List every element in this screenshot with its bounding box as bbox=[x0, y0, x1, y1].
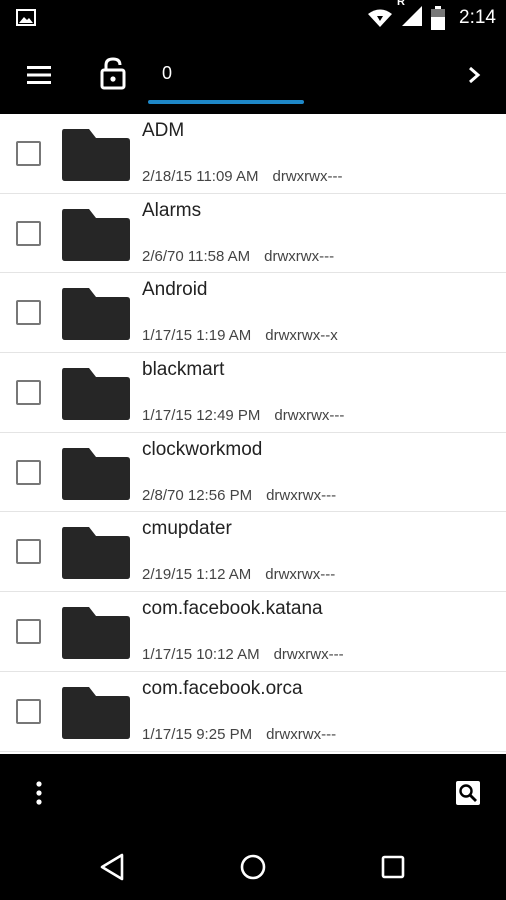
folder-icon bbox=[62, 288, 130, 341]
lock-open-icon[interactable] bbox=[98, 56, 128, 92]
select-checkbox[interactable] bbox=[16, 619, 41, 645]
file-date: 1/17/15 9:25 PM bbox=[142, 725, 253, 743]
clock: 2:14 bbox=[459, 7, 496, 28]
select-checkbox[interactable] bbox=[16, 539, 41, 565]
tab-indicator bbox=[148, 100, 304, 104]
system-nav-bar bbox=[0, 832, 506, 900]
file-date: 2/6/70 11:58 AM bbox=[142, 247, 251, 265]
file-meta: 2/8/70 12:56 PM drwxrwx--- bbox=[142, 487, 336, 504]
tab-0[interactable]: 0 bbox=[148, 36, 304, 114]
folder-icon bbox=[62, 368, 130, 421]
file-name: com.facebook.orca bbox=[142, 677, 303, 699]
file-name: Alarms bbox=[142, 199, 202, 221]
signal-icon bbox=[402, 5, 423, 26]
list-item[interactable]: ADM 2/18/15 11:09 AM drwxrwx--- bbox=[0, 114, 506, 194]
file-date: 1/17/15 12:49 PM bbox=[142, 407, 261, 425]
file-meta: 2/6/70 11:58 AM drwxrwx--- bbox=[142, 248, 334, 265]
back-icon[interactable] bbox=[96, 850, 130, 884]
file-meta: 2/18/15 11:09 AM drwxrwx--- bbox=[142, 168, 342, 185]
file-name: Android bbox=[142, 279, 208, 301]
file-meta: 1/17/15 9:25 PM drwxrwx--- bbox=[142, 726, 336, 743]
select-checkbox[interactable] bbox=[16, 220, 41, 246]
list-item[interactable]: clockworkmod 2/8/70 12:56 PM drwxrwx--- bbox=[0, 432, 506, 513]
toolbar: 0 bbox=[0, 36, 506, 114]
file-name: cmupdater bbox=[142, 518, 232, 540]
list-item[interactable]: com.facebook.katana 1/17/15 10:12 AM drwx… bbox=[0, 592, 506, 672]
select-checkbox[interactable] bbox=[16, 459, 41, 485]
file-meta: 1/17/15 12:49 PM drwxrwx--- bbox=[142, 407, 344, 424]
image-icon bbox=[16, 9, 36, 26]
file-name: ADM bbox=[142, 120, 185, 141]
chevron-right-icon[interactable] bbox=[460, 60, 490, 90]
select-checkbox[interactable] bbox=[16, 141, 41, 166]
folder-icon bbox=[62, 129, 130, 181]
more-vert-icon[interactable] bbox=[28, 780, 50, 806]
status-bar: R 2:14 bbox=[0, 0, 506, 36]
file-permissions: drwxrwx--- bbox=[264, 247, 335, 265]
folder-icon bbox=[62, 527, 130, 580]
file-date: 2/8/70 12:56 PM bbox=[142, 486, 253, 504]
file-meta: 1/17/15 1:19 AM drwxrwx--x bbox=[142, 327, 338, 344]
file-meta: 2/19/15 1:12 AM drwxrwx--- bbox=[142, 566, 335, 583]
search-icon[interactable] bbox=[456, 781, 480, 805]
select-checkbox[interactable] bbox=[16, 380, 41, 406]
home-icon[interactable] bbox=[236, 850, 270, 884]
list-item[interactable]: Android 1/17/15 1:19 AM drwxrwx--x bbox=[0, 273, 506, 354]
file-permissions: drwxrwx--- bbox=[266, 486, 337, 504]
tab-label: 0 bbox=[162, 63, 173, 83]
wifi-icon bbox=[368, 9, 393, 27]
file-date: 2/18/15 11:09 AM bbox=[142, 168, 259, 185]
file-date: 2/19/15 1:12 AM bbox=[142, 566, 252, 584]
file-permissions: drwxrwx--- bbox=[273, 646, 344, 664]
file-permissions: drwxrwx--- bbox=[274, 407, 345, 425]
folder-icon bbox=[62, 447, 130, 500]
file-permissions: drwxrwx--- bbox=[266, 725, 337, 743]
menu-icon[interactable] bbox=[22, 58, 56, 92]
file-list: ADM 2/18/15 11:09 AM drwxrwx--- Alarms 2/… bbox=[0, 114, 506, 754]
file-meta: 1/17/15 10:12 AM drwxrwx--- bbox=[142, 646, 344, 663]
file-name: blackmart bbox=[142, 359, 225, 381]
battery-icon bbox=[431, 6, 446, 30]
file-name: com.facebook.katana bbox=[142, 598, 323, 620]
list-item[interactable]: blackmart 1/17/15 12:49 PM drwxrwx--- bbox=[0, 353, 506, 433]
folder-icon bbox=[62, 208, 130, 261]
file-permissions: drwxrwx--x bbox=[265, 327, 338, 345]
file-name: clockworkmod bbox=[142, 438, 263, 460]
file-permissions: drwxrwx--- bbox=[265, 566, 336, 584]
roaming-indicator: R bbox=[397, 0, 405, 8]
select-checkbox[interactable] bbox=[16, 300, 41, 326]
folder-icon bbox=[62, 607, 130, 660]
select-checkbox[interactable] bbox=[16, 698, 41, 724]
folder-icon bbox=[62, 686, 130, 739]
list-item[interactable]: com.facebook.orca 1/17/15 9:25 PM drwxrwx… bbox=[0, 671, 506, 752]
list-item[interactable]: Alarms 2/6/70 11:58 AM drwxrwx--- bbox=[0, 193, 506, 274]
bottom-action-bar bbox=[0, 754, 506, 832]
file-permissions: drwxrwx--- bbox=[272, 168, 343, 185]
recents-icon[interactable] bbox=[376, 850, 410, 884]
file-date: 1/17/15 1:19 AM bbox=[142, 327, 252, 345]
list-item[interactable]: cmupdater 2/19/15 1:12 AM drwxrwx--- bbox=[0, 512, 506, 593]
file-date: 1/17/15 10:12 AM bbox=[142, 646, 260, 664]
